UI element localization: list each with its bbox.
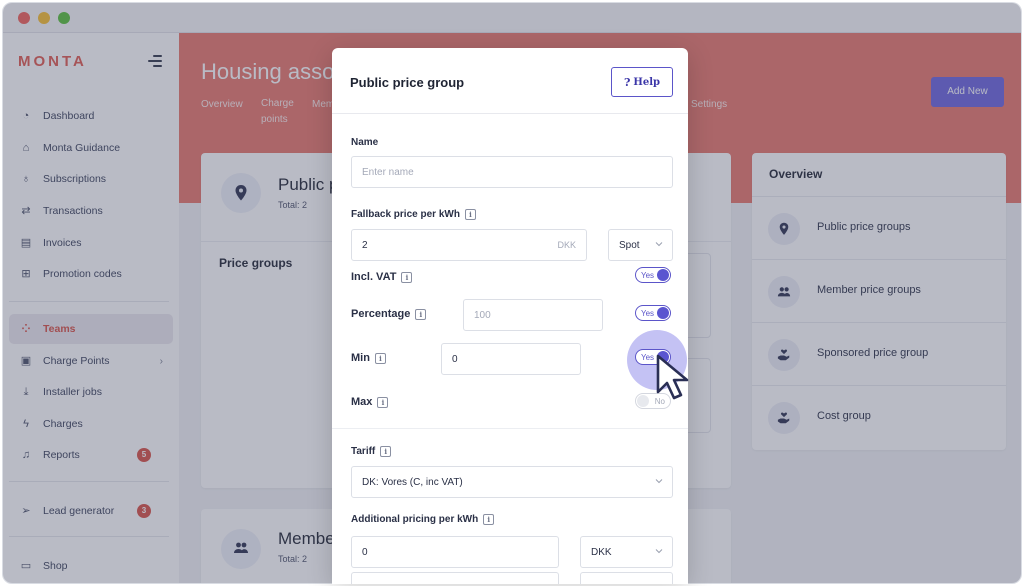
public-price-group-modal: Public price group ? Help Name Enter name… [332, 48, 688, 584]
name-input[interactable]: Enter name [351, 156, 673, 188]
additional-pricing-input[interactable]: 0 [351, 536, 559, 568]
info-icon[interactable]: i [401, 271, 413, 283]
chevron-down-icon [655, 479, 663, 484]
question-mark-icon: ? [623, 75, 631, 89]
toggle-text: Yes [641, 353, 655, 362]
toggle-text: Yes [641, 271, 655, 280]
toggle-text: Yes [641, 309, 655, 318]
info-icon[interactable]: i [380, 446, 392, 457]
percentage-label: Percentage i [351, 308, 427, 320]
additional-currency-select[interactable]: DKK [580, 536, 673, 568]
help-button[interactable]: ? Help [611, 67, 673, 97]
chevron-down-icon [655, 549, 663, 554]
toggle-knob [637, 395, 649, 407]
info-icon[interactable]: i [377, 396, 389, 408]
incl-vat-label: Incl. VAT i [351, 271, 413, 283]
info-icon[interactable]: i [374, 352, 386, 364]
mouse-cursor-icon [656, 354, 689, 400]
incl-vat-toggle[interactable]: Yes [635, 267, 671, 283]
percentage-toggle[interactable]: Yes [635, 305, 671, 321]
min-label: Min i [351, 352, 386, 364]
toggle-knob [657, 269, 669, 281]
section-divider [332, 428, 688, 429]
currency-suffix: DKK [557, 240, 576, 250]
price-type-select[interactable]: Spot [608, 229, 673, 261]
tariff-select[interactable]: DK: Vores (C, inc VAT) [351, 466, 673, 498]
price-type-value: Spot [619, 239, 640, 251]
chevron-down-icon [655, 242, 663, 247]
tariff-label: Tariff i [351, 446, 392, 457]
modal-header: Public price group ? Help [332, 48, 688, 114]
percentage-input[interactable]: 100 [463, 299, 603, 331]
additional-pricing-label: Additional pricing per kWh i [351, 514, 495, 525]
modal-title: Public price group [350, 75, 465, 90]
info-icon[interactable]: i [483, 514, 495, 525]
fallback-price-label: Fallback price per kWh i [351, 209, 476, 220]
tariff-value: DK: Vores (C, inc VAT) [362, 476, 463, 488]
toggle-knob [657, 307, 669, 319]
additional-currency-select-2[interactable] [580, 572, 673, 584]
min-input[interactable]: 0 [441, 343, 581, 375]
info-icon[interactable]: i [464, 209, 476, 220]
additional-currency-value: DKK [591, 546, 612, 558]
max-label: Max i [351, 396, 389, 408]
additional-pricing-input-2[interactable] [351, 572, 559, 584]
info-icon[interactable]: i [415, 308, 427, 320]
help-button-label: Help [633, 76, 661, 88]
name-label: Name [351, 137, 379, 148]
fallback-price-input[interactable]: 2 DKK [351, 229, 587, 261]
fallback-price-value: 2 [362, 239, 368, 251]
